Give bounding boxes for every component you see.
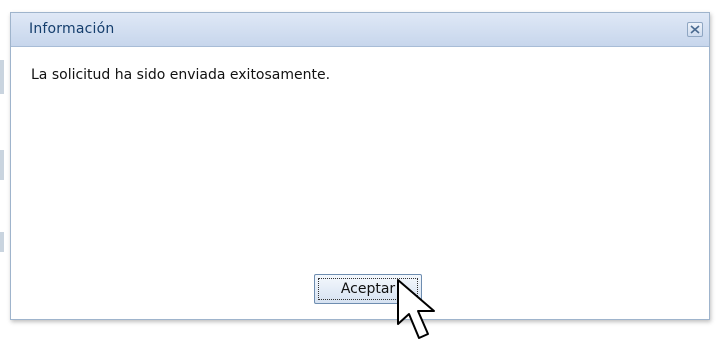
close-icon xyxy=(690,25,700,34)
underlying-page-fragment xyxy=(0,150,4,180)
underlying-page-fragment xyxy=(0,232,4,252)
accept-button[interactable]: Aceptar xyxy=(314,274,422,304)
close-button[interactable] xyxy=(687,22,703,37)
dialog-message: La solicitud ha sido enviada exitosament… xyxy=(31,67,331,83)
underlying-page-fragment xyxy=(0,60,4,94)
dialog-title: Información xyxy=(29,21,115,37)
accept-button-label: Aceptar xyxy=(318,278,418,300)
dialog-titlebar[interactable]: Información xyxy=(11,13,709,47)
info-dialog: Información La solicitud ha sido enviada… xyxy=(10,12,710,320)
